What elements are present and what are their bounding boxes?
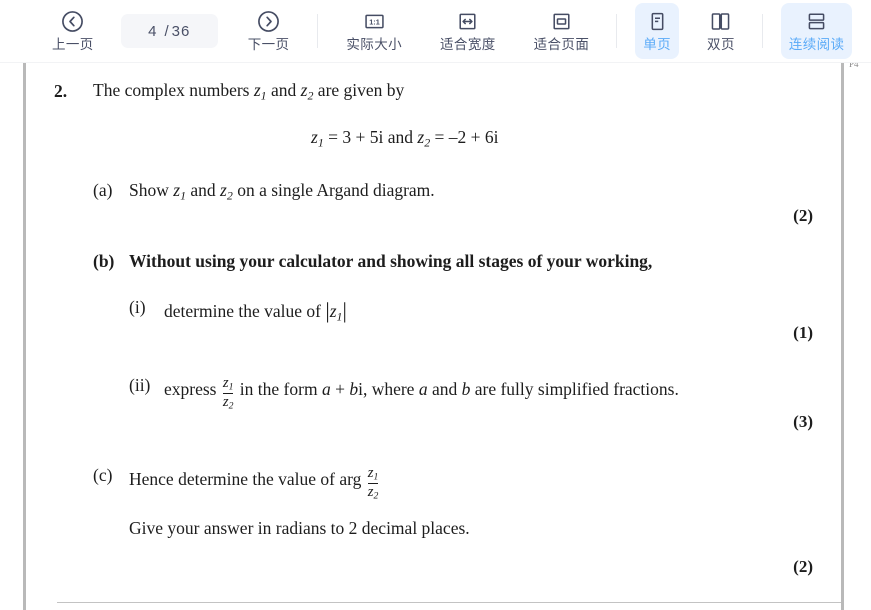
next-page-label: 下一页 [247,36,290,52]
frac-den-sub: 2 [228,400,234,412]
modulus-close-bar: | [342,299,347,323]
fraction-denominator: z2 [222,392,234,412]
continuous-scroll-label: 连续阅读 [788,36,845,52]
eq-z1: z [311,127,318,147]
toolbar-separator-3 [761,14,763,48]
part-b-ii-var-a2: a [418,378,428,399]
part-b-i-text: determine the value of |z1| [164,298,347,323]
toolbar-separator-2 [616,14,618,48]
next-page-button[interactable]: 下一页 [240,3,298,59]
page-number-input[interactable]: 4 / 36 [120,14,218,48]
fit-page-icon [550,9,573,35]
part-a-label: (a) [93,180,113,200]
dual-page-icon [709,9,732,35]
dual-page-button[interactable]: 双页 [699,3,743,59]
part-b-ii-text-before: express [164,378,221,399]
frac-num-sub: 1 [228,381,234,393]
actual-size-button[interactable]: 1:1 实际大小 [338,3,410,59]
toolbar-separator-1 [317,14,319,48]
modulus-open-bar: | [325,299,330,323]
fraction-z1-over-z2-arg: z1 z2 [366,465,381,502]
part-a-text-before: Show [129,180,174,200]
fraction-numerator: z1 [223,375,234,393]
prev-page-button[interactable]: 上一页 [44,3,102,59]
page-right-edge [841,63,844,610]
part-b-ii-and: and [427,378,462,399]
part-a-text-after: on a single Argand diagram. [232,180,435,200]
fit-page-button[interactable]: 适合页面 [526,3,598,59]
question-stem: The complex numbers z1 and z2 are given … [93,80,405,102]
part-b-ii-text-end: are fully simplified fractions. [470,378,679,399]
page-separator: / [164,22,170,40]
part-b-ii-text-mid: in the form [235,378,322,399]
part-c-followup: Give your answer in radians to 2 decimal… [129,518,470,538]
fit-width-icon [456,9,479,35]
continuous-scroll-button[interactable]: 连续阅读 [780,3,853,59]
stem-prefix: The complex numbers [93,80,254,100]
chevron-left-circle-icon [60,9,85,35]
one-to-one-icon: 1:1 [363,9,386,35]
page-footer-rule [57,602,841,603]
single-page-icon [646,9,669,35]
dual-page-label: 双页 [707,36,735,52]
single-page-label: 单页 [643,36,672,52]
part-c-text-before: Hence determine the value of arg [129,468,366,489]
current-page-value: 4 [148,22,158,40]
page-corner-marker: P4 [849,63,859,69]
part-b-ii-var-a: a [321,378,331,399]
chevron-right-circle-icon [256,9,281,35]
equation-line: z1 = 3 + 5i and z2 = –2 + 6i [311,127,499,149]
part-b-ii-var-b: b [349,378,359,399]
part-b-text: Without using your calculator and showin… [129,251,653,271]
prev-page-label: 上一页 [52,36,94,52]
pdf-document-viewport[interactable]: P4 2. The complex numbers z1 and z2 are … [0,63,871,610]
part-b-i-marks: (1) [793,323,813,342]
pdf-viewer-toolbar: 上一页 4 / 36 下一页 1:1 实际大小 适合宽度 适合页面 单页 双页 … [0,0,871,63]
part-a-marks: (2) [793,206,813,225]
part-c-text: Hence determine the value of arg z1 z2 [129,465,381,502]
fraction-denominator-arg: z2 [367,482,379,502]
svg-text:1:1: 1:1 [369,17,380,26]
eq-conjunction: and [383,127,418,147]
part-a-z2: z [220,180,227,200]
part-b-ii-marks: (3) [793,412,813,431]
total-pages-value: 36 [171,22,191,40]
stem-z1: z [253,80,261,100]
part-b-label: (b) [93,251,115,271]
part-b-i-z1: z [329,301,337,321]
fit-width-button[interactable]: 适合宽度 [432,3,504,59]
continuous-scroll-icon [805,9,828,35]
part-a-text: Show z1 and z2 on a single Argand diagra… [129,180,435,202]
pdf-page: P4 2. The complex numbers z1 and z2 are … [26,63,859,610]
single-page-button[interactable]: 单页 [635,3,680,59]
fit-width-label: 适合宽度 [440,36,496,52]
stem-middle: and [266,80,301,100]
part-b-ii-text-after: , where [362,378,419,399]
actual-size-label: 实际大小 [346,36,403,52]
fraction-z1-over-z2: z1 z2 [221,375,236,412]
eq-z1-value: = 3 + 5i [323,127,384,147]
question-number: 2. [54,81,68,101]
eq-z2-value: = –2 + 6i [430,127,499,147]
part-b-i-text-before: determine the value of [164,301,326,321]
part-b-ii-plus: + [330,378,350,399]
part-b-ii-text: express z1 z2 in the form a + bi, where a… [164,375,679,412]
fraction-numerator-arg: z1 [368,465,379,483]
part-c-label: (c) [93,465,113,485]
part-b-ii-label: (ii) [129,375,151,395]
part-c-marks: (2) [793,557,813,576]
part-a-text-middle: and [186,180,221,200]
part-b-i-label: (i) [129,297,146,317]
frac-num-sub-arg: 1 [373,471,379,483]
fit-page-label: 适合页面 [533,36,590,52]
stem-suffix: are given by [313,80,405,100]
frac-den-sub-arg: 2 [373,490,379,502]
